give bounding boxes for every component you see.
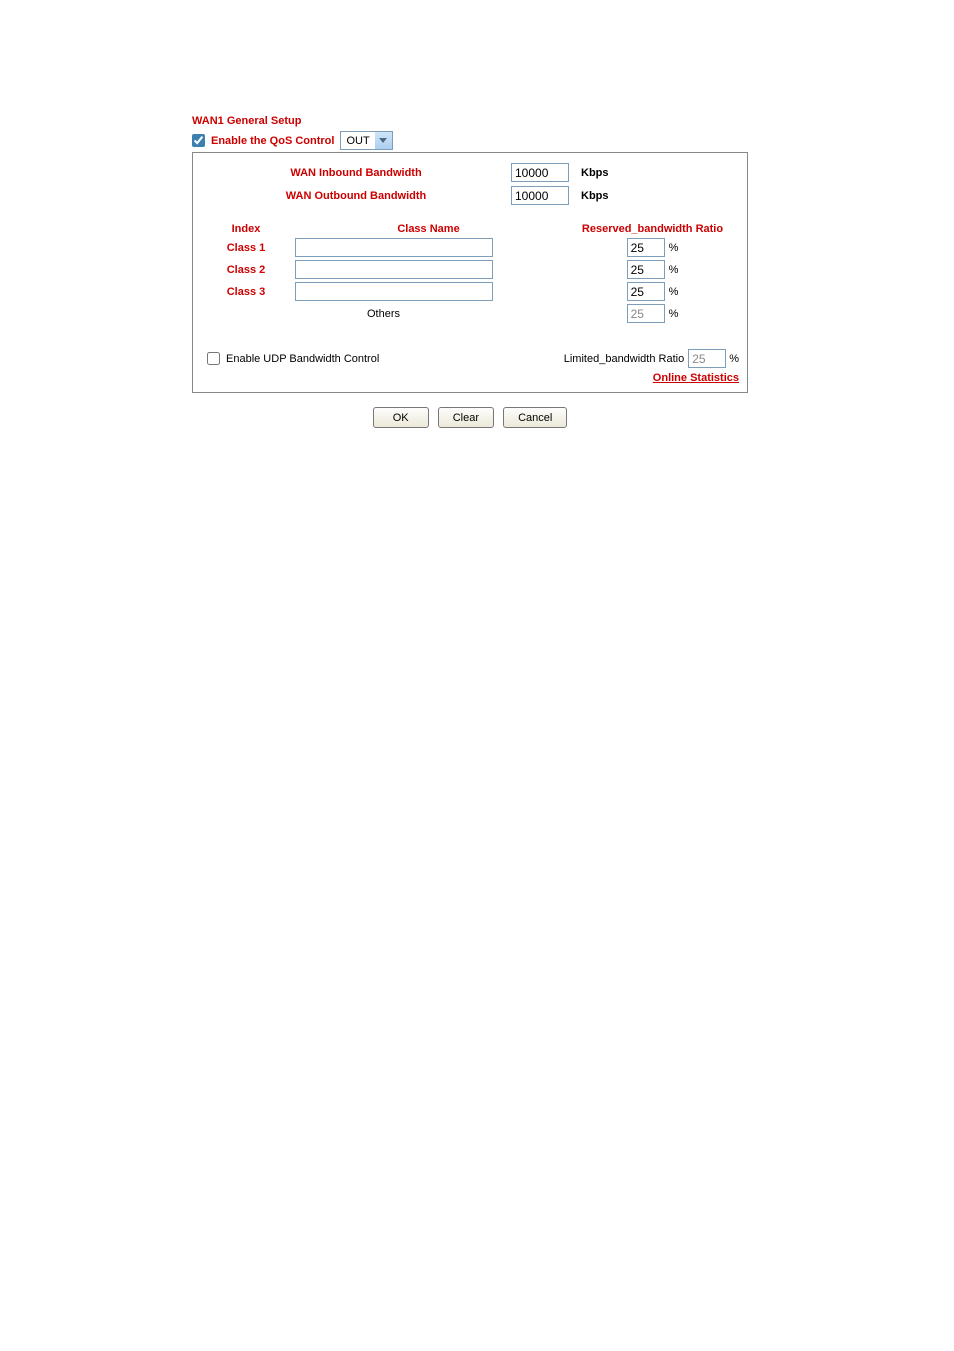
class-2-link[interactable]: Class 2 (227, 264, 266, 276)
enable-qos-checkbox[interactable] (192, 134, 205, 147)
outbound-input[interactable] (511, 186, 569, 205)
others-ratio-cell: % (566, 304, 739, 323)
percent-label: % (669, 264, 679, 276)
class-3-ratio-input[interactable] (627, 282, 665, 301)
ratio-cell: % (566, 282, 739, 301)
clear-button[interactable]: Clear (438, 407, 494, 428)
class-1-link[interactable]: Class 1 (227, 242, 266, 254)
outbound-row: WAN Outbound Bandwidth Kbps (201, 186, 739, 205)
class-1-ratio-input[interactable] (627, 238, 665, 257)
chevron-down-icon[interactable] (375, 132, 392, 149)
others-ratio-input (627, 304, 665, 323)
qos-panel: WAN Inbound Bandwidth Kbps WAN Outbound … (192, 152, 748, 393)
table-row: Class 2 % (201, 260, 739, 279)
qos-direction-select[interactable]: OUT (340, 131, 392, 150)
class-name-cell (291, 260, 566, 279)
class-2-ratio-input[interactable] (627, 260, 665, 279)
header-index: Index (201, 223, 291, 235)
udp-label: Enable UDP Bandwidth Control (226, 353, 379, 365)
class-index-cell: Class 1 (201, 242, 291, 254)
class-2-name-input[interactable] (295, 260, 493, 279)
ratio-cell: % (566, 260, 739, 279)
enable-qos-label: Enable the QoS Control (211, 135, 334, 147)
inbound-label: WAN Inbound Bandwidth (201, 167, 511, 179)
table-row: Class 1 % (201, 238, 739, 257)
online-statistics-link[interactable]: Online Statistics (653, 372, 739, 384)
class-name-cell (291, 282, 566, 301)
udp-row: Enable UDP Bandwidth Control Limited_ban… (201, 349, 739, 368)
percent-label: % (669, 286, 679, 298)
page-title: WAN1 General Setup (192, 115, 762, 127)
inbound-unit: Kbps (581, 167, 609, 179)
percent-label: % (669, 242, 679, 254)
class-3-link[interactable]: Class 3 (227, 286, 266, 298)
enable-qos-row: Enable the QoS Control OUT (192, 131, 762, 150)
inbound-row: WAN Inbound Bandwidth Kbps (201, 163, 739, 182)
ok-button[interactable]: OK (373, 407, 429, 428)
ratio-cell: % (566, 238, 739, 257)
outbound-label: WAN Outbound Bandwidth (201, 190, 511, 202)
udp-ratio-input (688, 349, 726, 368)
header-classname: Class Name (291, 223, 566, 235)
percent-label: % (729, 353, 739, 365)
cancel-button[interactable]: Cancel (503, 407, 567, 428)
class-index-cell: Class 2 (201, 264, 291, 276)
others-row: Others % (201, 304, 739, 323)
outbound-unit: Kbps (581, 190, 609, 202)
class-1-name-input[interactable] (295, 238, 493, 257)
class-table-header: Index Class Name Reserved_bandwidth Rati… (201, 223, 739, 235)
inbound-input[interactable] (511, 163, 569, 182)
table-row: Class 3 % (201, 282, 739, 301)
class-name-cell (291, 238, 566, 257)
class-3-name-input[interactable] (295, 282, 493, 301)
udp-ratio-label: Limited_bandwidth Ratio (564, 353, 684, 365)
qos-direction-value: OUT (341, 135, 374, 147)
header-ratio: Reserved_bandwidth Ratio (566, 223, 739, 235)
percent-label: % (669, 308, 679, 320)
button-row: OK Clear Cancel (192, 407, 748, 428)
others-label: Others (201, 308, 566, 320)
class-index-cell: Class 3 (201, 286, 291, 298)
udp-checkbox[interactable] (207, 352, 220, 365)
online-stats-row: Online Statistics (201, 372, 739, 384)
